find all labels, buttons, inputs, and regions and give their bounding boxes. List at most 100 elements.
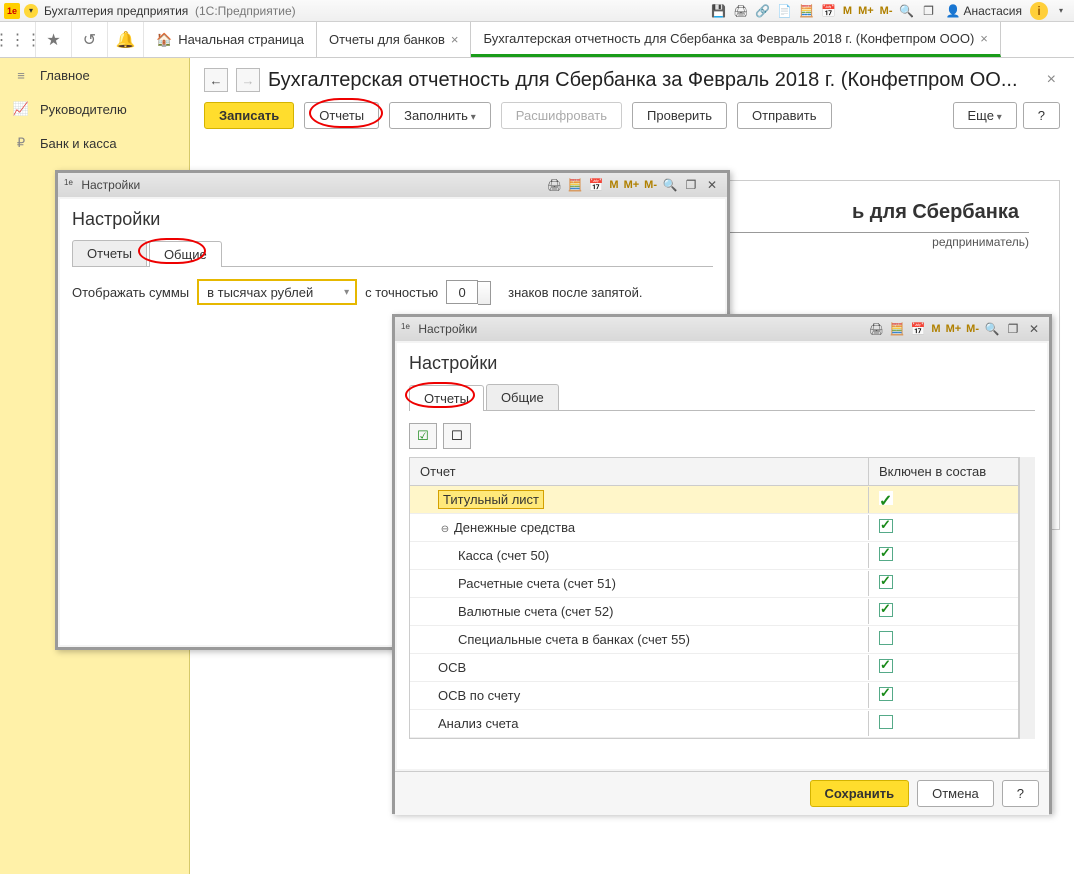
table-row[interactable]: ОСВ (410, 654, 1018, 682)
info-icon[interactable]: i (1030, 2, 1048, 20)
table-row[interactable]: Касса (счет 50) (410, 542, 1018, 570)
check-all-button[interactable]: ☑ (409, 423, 437, 449)
table-row[interactable]: Расчетные счета (счет 51) (410, 570, 1018, 598)
include-checkbox[interactable] (879, 659, 893, 673)
close-icon[interactable]: × (980, 31, 988, 46)
nav-back-button[interactable]: ← (204, 68, 228, 92)
include-checkbox[interactable] (879, 715, 893, 729)
include-checkbox[interactable] (879, 547, 893, 561)
table-row[interactable]: Валютные счета (счет 52) (410, 598, 1018, 626)
include-checkbox[interactable] (879, 631, 893, 645)
apps-grid-icon[interactable]: ⋮⋮⋮ (0, 22, 36, 57)
check-button[interactable]: Проверить (632, 102, 727, 129)
memory-mminus[interactable]: M- (965, 323, 980, 335)
include-checkbox[interactable] (879, 687, 893, 701)
calc-icon[interactable]: 🧮 (888, 320, 906, 338)
save-icon[interactable]: 💾 (710, 2, 728, 20)
dialog-titlebar[interactable]: 1e Настройки 🖨 🧮 📅 M M+ M- 🔍 ❐ ✕ (58, 173, 727, 197)
settings-dialog-reports: 1e Настройки 🖨 🧮 📅 M M+ M- 🔍 ❐ ✕ Настрой… (392, 314, 1052, 814)
print-icon[interactable]: 🖨 (545, 176, 563, 194)
window-icon[interactable]: ❐ (920, 2, 938, 20)
dialog-save-button[interactable]: Сохранить (810, 780, 910, 807)
table-row[interactable]: ОСВ по счету (410, 682, 1018, 710)
sidebar-item-bank[interactable]: ₽Банк и касса (0, 126, 189, 160)
zoom-icon[interactable]: 🔍 (661, 176, 679, 194)
tab-sberbank-report[interactable]: Бухгалтерская отчетность для Сбербанка з… (471, 22, 1000, 57)
calendar-icon[interactable]: 📅 (820, 2, 838, 20)
maximize-icon[interactable]: ❐ (682, 176, 700, 194)
row-label: Расчетные счета (счет 51) (458, 576, 616, 591)
close-icon[interactable]: ✕ (703, 176, 721, 194)
doc-icon[interactable]: 📄 (776, 2, 794, 20)
close-icon[interactable]: ✕ (1025, 320, 1043, 338)
memory-mminus[interactable]: M- (643, 179, 658, 191)
include-checkbox[interactable] (879, 603, 893, 617)
dialog-titlebar[interactable]: 1e Настройки 🖨 🧮 📅 M M+ M- 🔍 ❐ ✕ (395, 317, 1049, 341)
dialog-title: Настройки (81, 178, 140, 192)
app-menu-dropdown-icon[interactable]: ▾ (24, 4, 38, 18)
send-button[interactable]: Отправить (737, 102, 831, 129)
user-label[interactable]: 👤Анастасия (942, 4, 1027, 18)
include-checkbox[interactable] (879, 575, 893, 589)
list-icon: ≡ (12, 68, 30, 83)
more-button[interactable]: Еще (953, 102, 1017, 129)
decode-button[interactable]: Расшифровать (501, 102, 622, 129)
fill-button[interactable]: Заполнить (389, 102, 491, 129)
row-label: Денежные средства (454, 520, 575, 535)
memory-mplus[interactable]: M+ (945, 323, 963, 335)
memory-mplus[interactable]: M+ (623, 179, 641, 191)
col-report[interactable]: Отчет (410, 458, 868, 485)
close-icon[interactable]: × (451, 32, 459, 47)
tab-common[interactable]: Общие (149, 241, 222, 267)
dialog-help-button[interactable]: ? (1002, 780, 1039, 807)
table-row[interactable]: Титульный лист (410, 486, 1018, 514)
col-included[interactable]: Включен в состав (868, 458, 1018, 485)
memory-m[interactable]: M (608, 179, 619, 191)
calc-icon[interactable]: 🧮 (798, 2, 816, 20)
help-button[interactable]: ? (1023, 102, 1060, 129)
sidebar-item-main[interactable]: ≡Главное (0, 58, 189, 92)
tab-reports[interactable]: Отчеты (72, 240, 147, 266)
units-select[interactable]: в тысячах рублей (197, 279, 357, 305)
zoom-icon[interactable]: 🔍 (898, 2, 916, 20)
grid-scrollbar[interactable] (1019, 457, 1035, 739)
info-dropdown-icon[interactable]: ▾ (1052, 2, 1070, 20)
calendar-icon[interactable]: 📅 (587, 176, 605, 194)
tab-reports[interactable]: Отчеты (409, 385, 484, 411)
app-logo-icon: 1e (64, 178, 78, 192)
table-row[interactable]: Анализ счета (410, 710, 1018, 738)
collapse-icon[interactable]: ⊖ (438, 524, 452, 535)
link-icon[interactable]: 🔗 (754, 2, 772, 20)
nav-forward-button[interactable]: → (236, 68, 260, 92)
memory-mminus[interactable]: M- (879, 5, 894, 17)
sidebar-label: Руководителю (40, 102, 127, 117)
sidebar-label: Банк и касса (40, 136, 117, 151)
history-icon[interactable]: ↺ (72, 22, 108, 57)
notifications-icon[interactable]: 🔔 (108, 22, 144, 57)
close-page-icon[interactable]: × (1043, 71, 1060, 89)
app-titlebar: 1e ▾ Бухгалтерия предприятия (1С:Предпри… (0, 0, 1074, 22)
memory-mplus[interactable]: M+ (857, 5, 875, 17)
table-row[interactable]: ⊖Денежные средства (410, 514, 1018, 542)
table-row[interactable]: Специальные счета в банках (счет 55) (410, 626, 1018, 654)
calendar-icon[interactable]: 📅 (909, 320, 927, 338)
memory-m[interactable]: M (930, 323, 941, 335)
maximize-icon[interactable]: ❐ (1004, 320, 1022, 338)
precision-spinner[interactable]: 0 (446, 280, 478, 304)
calc-icon[interactable]: 🧮 (566, 176, 584, 194)
sidebar-item-manager[interactable]: 📈Руководителю (0, 92, 189, 126)
print-icon[interactable]: 🖨 (732, 2, 750, 20)
include-checkbox[interactable] (879, 491, 893, 505)
print-icon[interactable]: 🖨 (867, 320, 885, 338)
tab-home[interactable]: 🏠 Начальная страница (144, 22, 317, 57)
dialog-cancel-button[interactable]: Отмена (917, 780, 994, 807)
reports-button[interactable]: Отчеты (304, 102, 379, 129)
tab-bank-reports[interactable]: Отчеты для банков × (317, 22, 472, 57)
tab-common[interactable]: Общие (486, 384, 559, 410)
favorite-icon[interactable]: ★ (36, 22, 72, 57)
save-button[interactable]: Записать (204, 102, 294, 129)
memory-m[interactable]: M (842, 5, 853, 17)
zoom-icon[interactable]: 🔍 (983, 320, 1001, 338)
include-checkbox[interactable] (879, 519, 893, 533)
uncheck-all-button[interactable]: ☐ (443, 423, 471, 449)
